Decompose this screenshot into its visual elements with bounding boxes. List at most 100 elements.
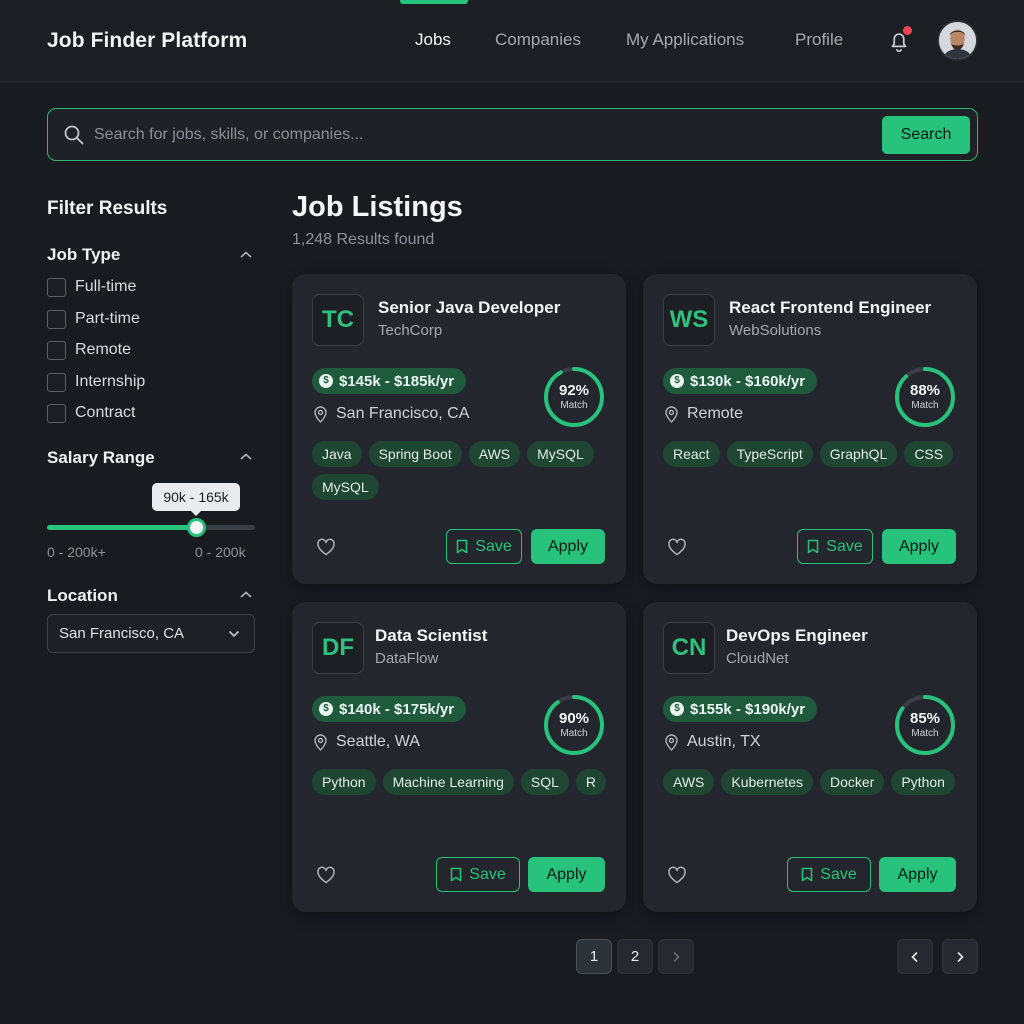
salary-text: $155k - $190k/yr: [690, 700, 806, 718]
skill-tag[interactable]: MySQL: [527, 441, 594, 467]
heart-icon[interactable]: [316, 866, 336, 884]
salary-text: $130k - $160k/yr: [690, 372, 806, 390]
skill-tag[interactable]: Python: [891, 769, 955, 795]
nav-jobs[interactable]: Jobs: [415, 30, 451, 50]
match-percent: 88%: [909, 382, 941, 399]
bookmark-icon: [451, 867, 462, 882]
next-button[interactable]: [942, 939, 978, 974]
save-button[interactable]: Save: [787, 857, 871, 892]
skill-tag[interactable]: React: [663, 441, 720, 467]
chevron-down-icon: [228, 630, 240, 638]
skill-tag[interactable]: Python: [312, 769, 376, 795]
company-logo: TC: [312, 294, 364, 346]
next-page-button[interactable]: [658, 939, 694, 974]
dollar-icon: $: [670, 374, 684, 388]
apply-button[interactable]: Apply: [882, 529, 956, 564]
skill-tag[interactable]: AWS: [468, 441, 521, 467]
heart-icon[interactable]: [316, 538, 336, 556]
salary-slider-handle[interactable]: [187, 518, 206, 537]
salary-range-heading: Salary Range: [47, 448, 155, 467]
location-heading: Location: [47, 586, 118, 605]
skill-tag[interactable]: CSS: [904, 441, 954, 467]
location-text: Remote: [687, 405, 744, 422]
chevron-up-icon[interactable]: [239, 452, 253, 462]
match-label: Match: [560, 728, 588, 739]
search-button[interactable]: Search: [882, 116, 970, 154]
heart-icon[interactable]: [667, 866, 687, 884]
filter-remote[interactable]: Remote: [47, 339, 131, 361]
search-icon: [64, 125, 84, 145]
job-title[interactable]: Data Scientist: [375, 626, 487, 646]
notification-dot: [903, 26, 912, 35]
checkbox-label: Contract: [75, 404, 136, 421]
skill-tag[interactable]: TypeScript: [726, 441, 813, 467]
filter-internship[interactable]: Internship: [47, 371, 145, 393]
skill-tag[interactable]: Docker: [819, 769, 885, 795]
nav-my-applications[interactable]: My Applications: [626, 30, 744, 50]
job-title[interactable]: Senior Java Developer: [378, 298, 560, 318]
checkbox[interactable]: [47, 372, 66, 392]
map-pin-icon: [665, 733, 678, 751]
skill-tag[interactable]: GraphQL: [819, 441, 898, 467]
save-label: Save: [820, 865, 857, 883]
location-text: San Francisco, CA: [336, 405, 470, 422]
chevron-left-icon: [911, 951, 918, 963]
skill-tag[interactable]: AWS: [663, 769, 715, 795]
search-bar: Search: [47, 108, 978, 161]
bookmark-icon: [808, 539, 819, 554]
job-card[interactable]: WS React Frontend Engineer WebSolutions …: [643, 274, 977, 584]
apply-button[interactable]: Apply: [879, 857, 956, 892]
apply-button[interactable]: Apply: [531, 529, 605, 564]
nav-companies[interactable]: Companies: [495, 30, 581, 50]
skill-tag[interactable]: R: [575, 769, 607, 795]
skill-tag[interactable]: SQL: [520, 769, 569, 795]
dollar-icon: $: [670, 702, 684, 716]
avatar[interactable]: [937, 20, 978, 61]
match-label: Match: [911, 728, 939, 739]
filter-full-time[interactable]: Full-time: [47, 276, 136, 298]
filter-contract[interactable]: Contract: [47, 402, 135, 424]
salary-text: $145k - $185k/yr: [339, 372, 455, 390]
checkbox[interactable]: [47, 309, 66, 329]
chevron-up-icon[interactable]: [239, 590, 253, 600]
checkbox-label: Internship: [75, 373, 146, 390]
skill-tag[interactable]: Kubernetes: [721, 769, 813, 795]
salary-slider-fill: [47, 525, 197, 530]
salary-tooltip: 90k - 165k: [152, 483, 240, 516]
job-location: Austin, TX: [664, 733, 761, 751]
job-title[interactable]: DevOps Engineer: [726, 626, 868, 646]
save-button[interactable]: Save: [797, 529, 873, 564]
results-count: 1,248 Results found: [292, 231, 435, 248]
checkbox[interactable]: [47, 277, 66, 297]
match-gauge: 90% Match: [542, 693, 606, 757]
chevron-up-icon[interactable]: [239, 250, 253, 260]
save-button[interactable]: Save: [436, 857, 520, 892]
job-card[interactable]: CN DevOps Engineer CloudNet $ $155k - $1…: [643, 602, 977, 912]
match-label: Match: [560, 400, 588, 411]
checkbox[interactable]: [47, 340, 66, 360]
skill-tag[interactable]: Java: [312, 441, 362, 467]
nav-profile[interactable]: Profile: [795, 30, 843, 50]
checkbox[interactable]: [47, 403, 66, 423]
page-button-2[interactable]: 2: [617, 939, 653, 974]
top-nav-bar: Job Finder Platform Jobs Companies My Ap…: [0, 0, 1024, 82]
search-input[interactable]: [94, 118, 874, 151]
save-button[interactable]: Save: [446, 529, 522, 564]
skill-tag[interactable]: MySQL: [312, 474, 379, 500]
prev-button[interactable]: [897, 939, 933, 974]
map-pin-icon: [314, 733, 327, 751]
job-title[interactable]: React Frontend Engineer: [729, 298, 931, 318]
chevron-right-icon: [957, 951, 964, 963]
page-button-1[interactable]: 1: [576, 939, 612, 974]
job-card[interactable]: DF Data Scientist DataFlow $ $140k - $17…: [292, 602, 626, 912]
checkbox-label: Part-time: [75, 310, 140, 327]
job-card[interactable]: TC Senior Java Developer TechCorp $ $145…: [292, 274, 626, 584]
skill-tag[interactable]: Spring Boot: [368, 441, 462, 467]
salary-min-label: 0 - 200k+: [47, 544, 106, 560]
location-value: San Francisco, CA: [59, 625, 185, 642]
heart-icon[interactable]: [667, 538, 687, 556]
skill-tag[interactable]: Machine Learning: [382, 769, 514, 795]
apply-button[interactable]: Apply: [528, 857, 605, 892]
location-select[interactable]: San Francisco, CA: [47, 614, 255, 653]
filter-part-time[interactable]: Part-time: [47, 308, 140, 330]
